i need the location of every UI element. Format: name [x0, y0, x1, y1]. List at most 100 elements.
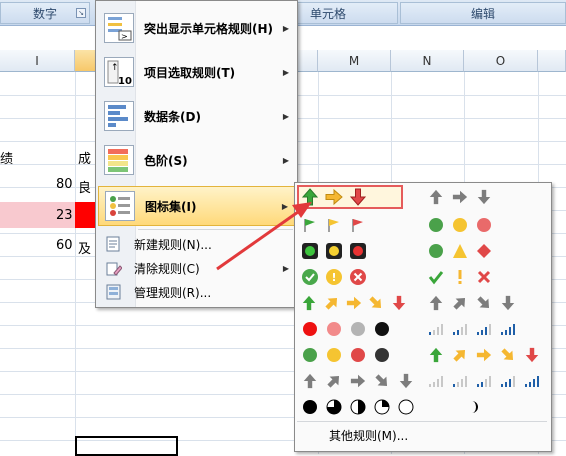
- green-traffic-light-icon: [299, 240, 321, 262]
- data-bars-icon: [104, 101, 134, 131]
- icon-set-3-signs[interactable]: [425, 239, 531, 263]
- gray-down-right-arrow-icon: [371, 370, 393, 392]
- cell-score-r3[interactable]: 60: [56, 238, 73, 253]
- yellow-right-arrow-icon: [344, 292, 364, 314]
- color-scales-icon: [104, 145, 134, 175]
- red-cell-fill: [75, 202, 96, 228]
- icon-sets-submenu: ! 其他规则(M)...: [294, 182, 552, 452]
- column-header-l[interactable]: [298, 50, 318, 72]
- green-circle-icon: [299, 344, 321, 366]
- ribbon-group-editing-label: 编辑: [470, 6, 495, 21]
- icon-set-3-traffic-lights-rimmed[interactable]: [299, 239, 405, 263]
- menu-item-icon-sets[interactable]: 图标集(I) ▶: [98, 186, 295, 226]
- icon-set-5-arrows-colored[interactable]: [299, 291, 409, 315]
- signal-bars-3-icon: [497, 370, 519, 392]
- menu-item-clear-rules[interactable]: 清除规则(C) ▶: [98, 257, 295, 279]
- menu-item-clear-rules-label: 清除规则(C): [134, 261, 200, 276]
- more-rules-link[interactable]: 其他规则(M)...: [329, 427, 408, 444]
- green-circle-icon: [425, 214, 447, 236]
- green-flag-icon: [299, 214, 321, 236]
- check-circle-icon: [299, 266, 321, 288]
- red-traffic-light-icon: [347, 240, 369, 262]
- conditional-format-menu: > 突出显示单元格规则(H) ▶ ↑ 10 项目选取规则(T) ▶ 数据条(D) …: [95, 0, 298, 308]
- icon-set-3-flags[interactable]: [299, 213, 405, 237]
- grid-line: [75, 72, 76, 454]
- cell-score-r2[interactable]: 23: [56, 208, 73, 223]
- icon-set-5-ratings[interactable]: [425, 369, 547, 393]
- cell-header-score[interactable]: 绩: [0, 148, 13, 167]
- x-icon: [473, 266, 495, 288]
- gray-up-right-arrow-icon: [323, 370, 345, 392]
- dialog-launcher-icon[interactable]: ↘: [76, 8, 86, 18]
- half-moon-icon: [463, 396, 485, 418]
- submenu-separator: [297, 421, 547, 422]
- menu-item-new-rule[interactable]: 新建规则(N)...: [98, 233, 295, 255]
- red-down-arrow-icon: [389, 292, 409, 314]
- cell-header-grade[interactable]: 成: [78, 148, 91, 167]
- red-circle-icon: [347, 344, 369, 366]
- column-header-i[interactable]: I: [0, 50, 75, 72]
- icon-set-3-traffic-lights-unrimmed[interactable]: [425, 213, 531, 237]
- menu-item-color-scales[interactable]: 色阶(S) ▶: [98, 141, 295, 179]
- gray-up-arrow-icon: [425, 292, 447, 314]
- column-header-j[interactable]: [75, 50, 96, 72]
- three-quarter-circle-icon: [323, 396, 345, 418]
- cell-score-r1[interactable]: 80: [56, 177, 73, 192]
- column-header-i-label: I: [35, 53, 39, 68]
- icon-set-4-red-to-black[interactable]: [299, 317, 409, 341]
- submenu-arrow-icon: ▶: [282, 155, 289, 165]
- menu-item-highlight-rules-label: 突出显示单元格规则(H): [144, 21, 274, 36]
- red-down-arrow-icon: [521, 344, 543, 366]
- ribbon-group-number-label: 数字: [32, 6, 57, 21]
- gray-down-arrow-icon: [395, 370, 417, 392]
- icon-set-4-ratings[interactable]: [425, 317, 531, 341]
- menu-item-data-bars[interactable]: 数据条(D) ▶: [98, 97, 295, 135]
- icon-set-3-arrows-gray[interactable]: [425, 185, 531, 209]
- icon-set-3-arrows-colored[interactable]: [297, 185, 403, 209]
- signal-bars-0-icon: [425, 370, 447, 392]
- menu-item-manage-rules[interactable]: 管理规则(R)...: [98, 281, 295, 303]
- yellow-circle-icon: [323, 344, 345, 366]
- cell-grade-r3[interactable]: 及: [78, 238, 91, 257]
- x-circle-icon: [347, 266, 369, 288]
- menu-item-icon-sets-label: 图标集(I): [145, 199, 197, 214]
- icon-set-3-symbols-uncircled[interactable]: [425, 265, 531, 289]
- red-down-arrow-icon: [347, 186, 369, 208]
- exclamation-circle-icon: !: [323, 266, 345, 288]
- yellow-right-arrow-icon: [323, 186, 345, 208]
- submenu-arrow-icon: ▶: [282, 111, 289, 121]
- icon-set-5-quarters[interactable]: [299, 395, 421, 419]
- active-cell-outline[interactable]: [75, 436, 178, 456]
- yellow-flag-icon: [323, 214, 345, 236]
- column-header-p[interactable]: [538, 50, 566, 72]
- quarter-circle-icon: [371, 396, 393, 418]
- gray-up-arrow-icon: [299, 370, 321, 392]
- column-header-m[interactable]: M: [318, 50, 391, 72]
- icon-set-4-arrows-gray[interactable]: [425, 291, 531, 315]
- icon-set-5-boxes-partial[interactable]: [425, 395, 531, 419]
- yellow-up-right-arrow-icon: [449, 344, 471, 366]
- column-header-o[interactable]: O: [464, 50, 538, 72]
- cell-grade-r1[interactable]: 良: [78, 177, 91, 196]
- svg-text:10: 10: [118, 76, 132, 86]
- ribbon-group-cells-label: 单元格: [309, 6, 346, 21]
- yellow-circle-icon: [449, 214, 471, 236]
- menu-item-top-bottom-rules[interactable]: ↑ 10 项目选取规则(T) ▶: [98, 53, 295, 91]
- submenu-arrow-icon: ▶: [282, 263, 289, 273]
- svg-text:>: >: [121, 32, 128, 41]
- eraser-icon: [106, 262, 122, 276]
- menu-item-highlight-rules[interactable]: > 突出显示单元格规则(H) ▶: [98, 9, 295, 47]
- signal-bars-1-icon: [449, 370, 471, 392]
- column-header-n[interactable]: N: [391, 50, 464, 72]
- signal-bars-2-icon: [449, 318, 471, 340]
- submenu-arrow-icon: ▶: [281, 201, 288, 211]
- icon-set-4-traffic-lights[interactable]: [299, 343, 409, 367]
- exclamation-icon: [449, 266, 471, 288]
- signal-bars-4-icon: [497, 318, 519, 340]
- icon-set-5-arrows-gray[interactable]: [299, 369, 421, 393]
- menu-item-manage-rules-label: 管理规则(R)...: [134, 285, 212, 300]
- icon-set-5-arrows-colored-alt[interactable]: [425, 343, 547, 367]
- gray-down-arrow-icon: [473, 186, 495, 208]
- yellow-right-arrow-icon: [473, 344, 495, 366]
- icon-set-3-symbols-circled[interactable]: !: [299, 265, 405, 289]
